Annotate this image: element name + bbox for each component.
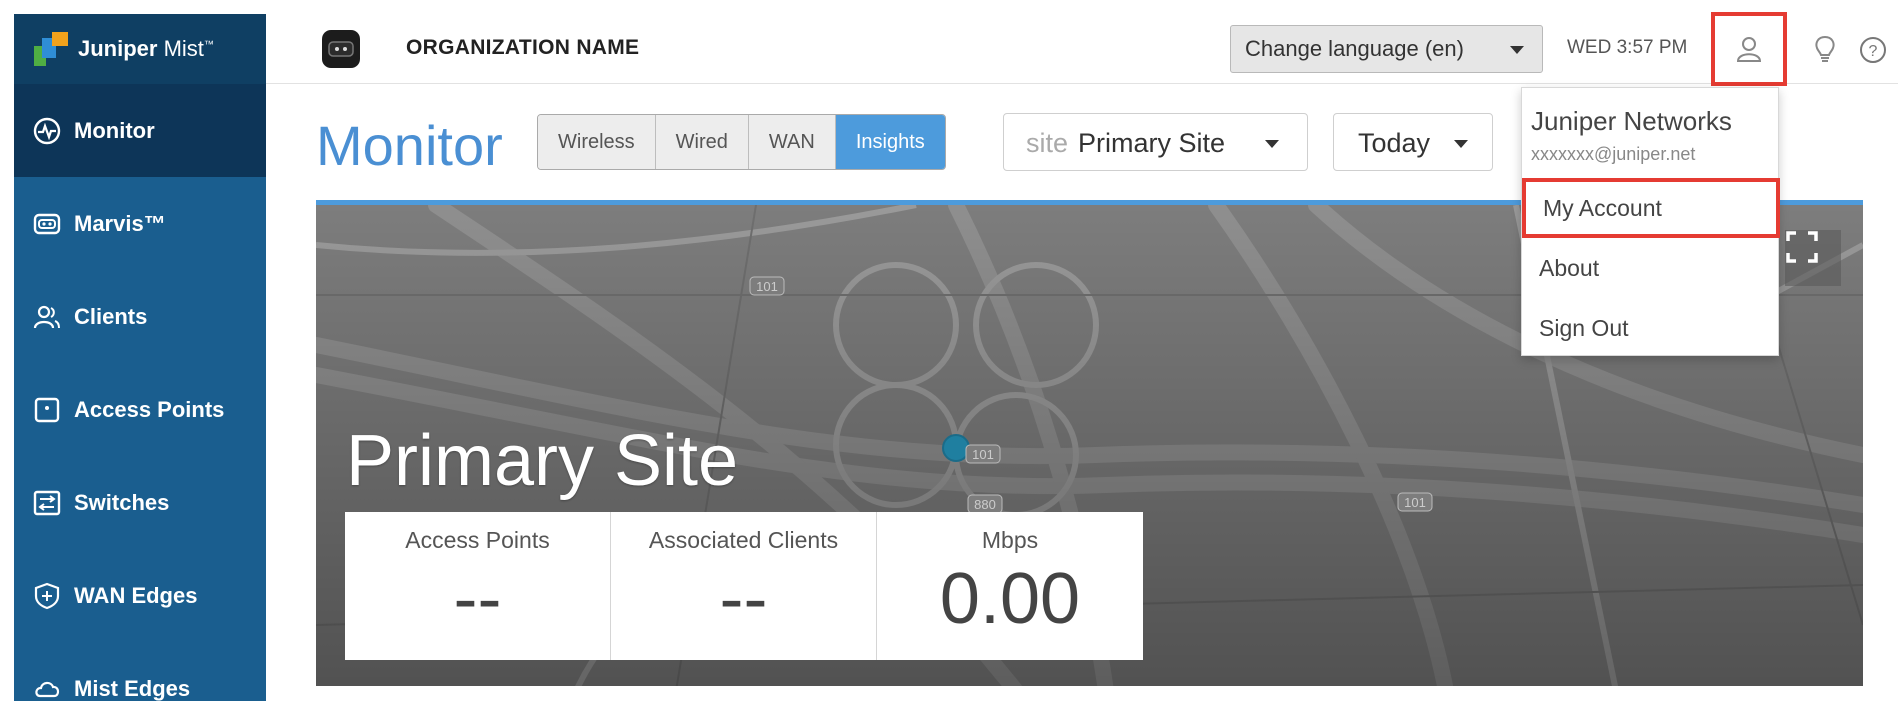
access-point-icon (30, 393, 64, 427)
stat-value: -- (719, 559, 768, 639)
brand-name-light: Mist (163, 36, 204, 61)
tips-button[interactable] (1800, 25, 1850, 75)
sidebar-item-label: Clients (74, 303, 148, 329)
tab-insights[interactable]: Insights (835, 115, 945, 169)
tab-wired[interactable]: Wired (655, 115, 749, 169)
menu-item-my-account[interactable]: My Account (1522, 178, 1780, 238)
sidebar-item-label: WAN Edges (74, 582, 198, 608)
stat-label: Associated Clients (648, 527, 839, 553)
stat-value: 0.00 (939, 559, 1081, 639)
chevron-down-icon (1454, 140, 1468, 148)
wan-edge-icon (30, 579, 64, 613)
org-avatar[interactable] (322, 30, 360, 68)
road-label: 101 (756, 279, 778, 294)
help-button[interactable]: ? (1848, 25, 1898, 75)
monitor-tabs: Wireless Wired WAN Insights (537, 114, 946, 170)
site-location-marker (942, 434, 970, 462)
site-select[interactable]: site Primary Site (1003, 113, 1308, 171)
brand-name-bold: Juniper (78, 36, 158, 61)
chevron-down-icon (1510, 46, 1524, 54)
tab-wan[interactable]: WAN (748, 115, 836, 169)
user-menu-button[interactable] (1711, 12, 1787, 86)
fullscreen-icon (1786, 231, 1818, 263)
stat-mbps: Mbps 0.00 (877, 512, 1143, 660)
sidebar-item-label: Switches (74, 489, 170, 515)
account-email: xxxxxxx@juniper.net (1531, 144, 1696, 164)
stat-value: -- (453, 559, 502, 639)
sidebar-item-access-points[interactable]: Access Points (14, 363, 266, 456)
map-site-name: Primary Site (346, 421, 739, 501)
monitor-pulse-icon (30, 114, 64, 148)
site-select-prefix: site (1026, 128, 1069, 158)
sidebar-item-label: Monitor (74, 117, 155, 143)
road-label: 880 (974, 497, 996, 512)
chevron-down-icon (1265, 140, 1279, 148)
menu-item-sign-out[interactable]: Sign Out (1522, 298, 1780, 358)
stat-access-points: Access Points -- (345, 512, 611, 660)
user-icon (1736, 37, 1762, 62)
page-title: Monitor (316, 114, 503, 177)
menu-item-about[interactable]: About (1522, 238, 1780, 298)
fullscreen-button[interactable] (1785, 230, 1841, 286)
sidebar-item-clients[interactable]: Clients (14, 270, 266, 363)
juniper-logo-icon (34, 32, 68, 66)
help-icon: ? (1860, 37, 1886, 63)
site-select-value: Primary Site (1078, 128, 1226, 158)
tab-wireless[interactable]: Wireless (538, 115, 656, 169)
sidebar-item-label: Marvis™ (74, 210, 166, 236)
org-name[interactable]: ORGANIZATION NAME (406, 36, 639, 60)
switch-icon (30, 486, 64, 520)
road-label: 101 (1404, 495, 1426, 510)
marvis-icon (30, 207, 64, 241)
sidebar-item-marvis[interactable]: Marvis™ (14, 177, 266, 270)
sidebar: Juniper Mist™ Monitor Marvis™ Clients Ac… (14, 14, 266, 701)
sidebar-item-monitor[interactable]: Monitor (14, 84, 266, 177)
sidebar-item-label: Mist Edges (74, 675, 191, 701)
sidebar-item-wan-edges[interactable]: WAN Edges (14, 549, 266, 642)
language-select[interactable]: Change language (en) (1230, 25, 1543, 73)
account-company: Juniper Networks (1531, 106, 1732, 136)
sidebar-item-mist-edges[interactable]: Mist Edges (14, 642, 266, 701)
brand[interactable]: Juniper Mist™ (14, 14, 266, 84)
brand-tm: ™ (203, 39, 214, 51)
clock: WED 3:57 PM (1567, 37, 1688, 58)
stat-associated-clients: Associated Clients -- (611, 512, 877, 660)
sidebar-item-switches[interactable]: Switches (14, 456, 266, 549)
clients-icon (30, 300, 64, 334)
top-bar: ORGANIZATION NAME Change language (en) W… (266, 12, 1898, 86)
cloud-icon (30, 672, 64, 701)
date-select-value: Today (1358, 128, 1431, 158)
date-select[interactable]: Today (1333, 113, 1493, 171)
account-menu: Juniper Networks xxxxxxx@juniper.net My … (1521, 87, 1780, 358)
svg-text:?: ? (1869, 43, 1878, 60)
stat-label: Mbps (981, 527, 1039, 553)
lightbulb-icon (1815, 35, 1835, 62)
road-label: 101 (972, 447, 994, 462)
site-stats: Access Points -- Associated Clients -- M… (345, 512, 1143, 660)
stat-label: Access Points (405, 527, 550, 553)
language-select-value: Change language (en) (1245, 36, 1464, 61)
sidebar-item-label: Access Points (74, 396, 225, 422)
